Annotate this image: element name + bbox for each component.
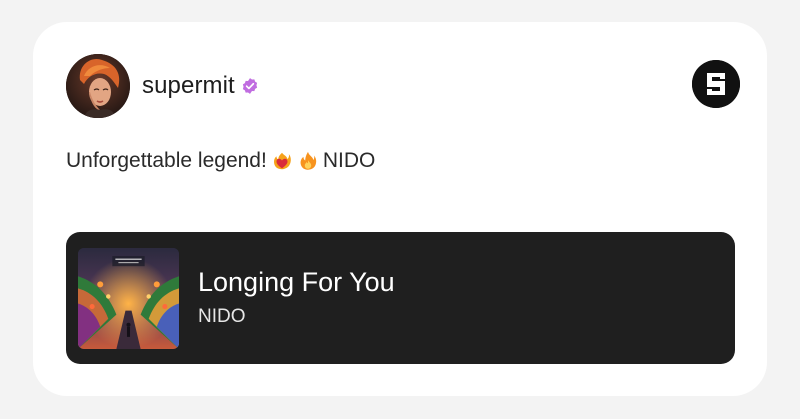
post-tag: NIDO: [322, 149, 376, 172]
track-embed[interactable]: Longing For You NIDO: [66, 232, 735, 364]
post-header: supermit: [66, 54, 740, 118]
verified-badge-icon: [241, 77, 259, 95]
post-card: supermit Unforgettable legend! NIDO Long…: [33, 22, 767, 396]
username-group: supermit: [142, 71, 259, 101]
username[interactable]: supermit: [142, 71, 235, 101]
avatar[interactable]: [66, 54, 130, 118]
heart-on-fire-icon: [271, 150, 293, 172]
post-text: Unforgettable legend! NIDO: [66, 146, 375, 176]
s-logo-icon[interactable]: [692, 60, 740, 108]
track-title[interactable]: Longing For You: [198, 266, 395, 298]
fire-icon: [297, 150, 319, 172]
post-text-content: Unforgettable legend!: [66, 149, 267, 172]
album-cover-art: [78, 248, 179, 349]
track-artist[interactable]: NIDO: [198, 305, 246, 329]
avatar-image: [66, 54, 130, 118]
